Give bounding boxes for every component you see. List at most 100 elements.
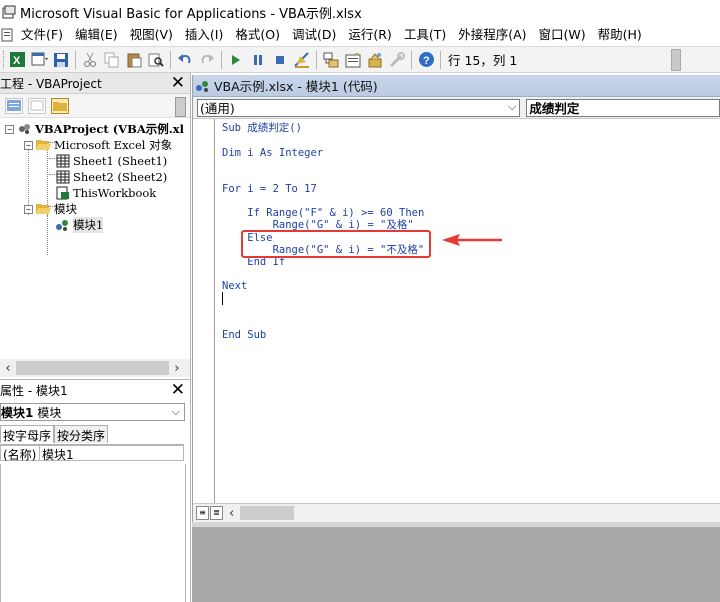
tab-categorized[interactable]: 按分类序 bbox=[54, 425, 109, 443]
property-row[interactable]: (名称) 模块1 bbox=[0, 445, 184, 462]
collapse-icon[interactable]: − bbox=[5, 124, 14, 134]
properties-title: 属性 - 模块1 bbox=[0, 384, 68, 398]
project-explorer-header: 工程 - VBAProject ✕ bbox=[0, 73, 190, 94]
menu-insert[interactable]: 插入(I) bbox=[179, 25, 229, 45]
code-line: For i = 2 To 17 bbox=[222, 183, 317, 195]
find-icon[interactable] bbox=[146, 50, 166, 70]
standard-toolbar: X ? 行 15，列 1 bbox=[0, 46, 720, 73]
tree-module1-label: 模块1 bbox=[73, 217, 104, 233]
code-line: Next bbox=[222, 280, 248, 292]
copy-icon[interactable] bbox=[102, 50, 122, 70]
code-editor[interactable]: Sub 成绩判定() Dim i As Integer For i = 2 To… bbox=[193, 119, 720, 503]
object-combo[interactable]: (通用) ⌵ bbox=[197, 98, 521, 117]
insert-userform-icon[interactable] bbox=[29, 50, 49, 70]
properties-window-icon[interactable] bbox=[343, 50, 363, 70]
project-explorer-hscroll[interactable]: ‹ › bbox=[0, 359, 190, 377]
code-window-title: VBA示例.xlsx - 模块1 (代码) bbox=[214, 79, 378, 94]
menu-file[interactable]: 文件(F) bbox=[15, 25, 69, 45]
scroll-left-icon[interactable]: ‹ bbox=[0, 361, 16, 376]
properties-window: 属性 - 模块1 ✕ 模块1 模块 ⌵ 按字母序 按分类序 (名称) 模块1 bbox=[0, 379, 191, 602]
scroll-left-icon[interactable]: ‹ bbox=[229, 506, 234, 521]
object-name: 模块1 bbox=[1, 405, 34, 420]
project-explorer-icon[interactable] bbox=[321, 50, 341, 70]
excel-view-icon[interactable]: X bbox=[7, 50, 27, 70]
save-icon[interactable] bbox=[51, 50, 71, 70]
procedure-view-icon[interactable]: ≡ bbox=[196, 506, 209, 520]
help-icon[interactable]: ? bbox=[416, 50, 436, 70]
properties-tabs: 按字母序 按分类序 bbox=[0, 425, 190, 444]
run-icon[interactable] bbox=[226, 50, 246, 70]
close-icon[interactable]: ✕ bbox=[171, 381, 185, 399]
view-code-icon[interactable] bbox=[5, 97, 23, 114]
folder-open-icon bbox=[36, 202, 51, 216]
procedure-combo[interactable]: 成绩判定 bbox=[526, 98, 720, 117]
menu-debug[interactable]: 调试(D) bbox=[286, 25, 342, 45]
scroll-right-icon[interactable]: › bbox=[169, 361, 185, 376]
close-icon[interactable]: ✕ bbox=[171, 74, 185, 92]
tree-sheet2[interactable]: Sheet2 (Sheet2) bbox=[55, 169, 167, 185]
tree-modules[interactable]: − 模块 bbox=[24, 201, 77, 217]
tree-sheet1[interactable]: Sheet1 (Sheet1) bbox=[55, 153, 167, 169]
object-browser-icon[interactable] bbox=[365, 50, 385, 70]
chevron-down-icon[interactable]: ⌵ bbox=[508, 100, 516, 114]
paste-icon[interactable] bbox=[124, 50, 144, 70]
menu-view[interactable]: 视图(V) bbox=[124, 25, 179, 45]
tree-sheet1-label: Sheet1 (Sheet1) bbox=[73, 154, 168, 168]
text-caret bbox=[222, 292, 223, 305]
scroll-thumb[interactable] bbox=[16, 361, 169, 375]
tree-sheet2-label: Sheet2 (Sheet2) bbox=[73, 170, 168, 184]
chevron-down-icon[interactable]: ⌵ bbox=[172, 405, 180, 419]
object-type: 模块 bbox=[37, 405, 62, 420]
vba-menu-icon[interactable] bbox=[1, 28, 13, 42]
code-window: VBA示例.xlsx - 模块1 (代码) (通用) ⌵ 成绩判定 Sub 成绩… bbox=[192, 75, 720, 522]
tree-module1[interactable]: 模块1 bbox=[55, 217, 104, 233]
property-value[interactable]: 模块1 bbox=[40, 446, 74, 462]
reset-icon[interactable] bbox=[270, 50, 290, 70]
cut-icon[interactable] bbox=[80, 50, 100, 70]
properties-grid: (名称) 模块1 bbox=[0, 444, 184, 462]
tree-project-label: VBAProject (VBA示例.xl bbox=[35, 122, 184, 136]
project-explorer-scrollbar[interactable] bbox=[175, 97, 186, 117]
tree-project[interactable]: − VBAProject (VBA示例.xl bbox=[5, 121, 184, 137]
code-window-statusbar: ≡ ≣ ‹ bbox=[193, 503, 720, 522]
toolbar-options-button[interactable] bbox=[671, 49, 681, 71]
cursor-position: 行 15，列 1 bbox=[448, 53, 518, 68]
tree-thisworkbook[interactable]: ThisWorkbook bbox=[55, 185, 156, 201]
highlight-box bbox=[241, 230, 431, 258]
code-line: Sub 成绩判定() bbox=[222, 122, 302, 134]
toggle-folders-icon[interactable] bbox=[51, 97, 69, 114]
code-line: Dim i As Integer bbox=[222, 147, 324, 159]
tree-thisworkbook-label: ThisWorkbook bbox=[73, 186, 157, 200]
menu-edit[interactable]: 编辑(E) bbox=[69, 25, 124, 45]
svg-text:X: X bbox=[13, 55, 21, 67]
scroll-thumb[interactable] bbox=[240, 506, 295, 520]
mdi-background bbox=[192, 522, 720, 602]
code-margin[interactable] bbox=[193, 119, 215, 503]
collapse-icon[interactable]: − bbox=[24, 140, 33, 150]
menu-tools[interactable]: 工具(T) bbox=[398, 25, 452, 45]
collapse-icon[interactable]: − bbox=[24, 204, 33, 214]
tree-modules-label: 模块 bbox=[54, 202, 77, 216]
project-explorer: 工程 - VBAProject ✕ − VBAProject (VBA示例.xl bbox=[0, 73, 191, 379]
tree-excel-objects[interactable]: − Microsoft Excel 对象 bbox=[24, 137, 172, 153]
project-explorer-title: 工程 - VBAProject bbox=[0, 76, 102, 91]
properties-header: 属性 - 模块1 ✕ bbox=[0, 380, 190, 401]
redo-icon[interactable] bbox=[197, 50, 217, 70]
tree-excel-objects-label: Microsoft Excel 对象 bbox=[54, 138, 173, 152]
design-mode-icon[interactable] bbox=[292, 50, 312, 70]
object-select[interactable]: 模块1 模块 ⌵ bbox=[0, 403, 185, 421]
menu-window[interactable]: 窗口(W) bbox=[533, 25, 592, 45]
window-titlebar: Microsoft Visual Basic for Applications … bbox=[0, 0, 720, 24]
toolbox-icon[interactable] bbox=[387, 50, 407, 70]
annotation-arrow-icon bbox=[442, 234, 502, 246]
view-object-icon[interactable] bbox=[28, 97, 46, 114]
menu-run[interactable]: 运行(R) bbox=[342, 25, 397, 45]
menu-format[interactable]: 格式(O) bbox=[229, 25, 286, 45]
menu-help[interactable]: 帮助(H) bbox=[592, 25, 648, 45]
menu-addins[interactable]: 外接程序(A) bbox=[452, 25, 532, 45]
vba-project-icon bbox=[17, 122, 32, 136]
break-icon[interactable] bbox=[248, 50, 268, 70]
undo-icon[interactable] bbox=[175, 50, 195, 70]
full-module-view-icon[interactable]: ≣ bbox=[210, 506, 223, 520]
tab-alphabetic[interactable]: 按字母序 bbox=[0, 425, 55, 443]
